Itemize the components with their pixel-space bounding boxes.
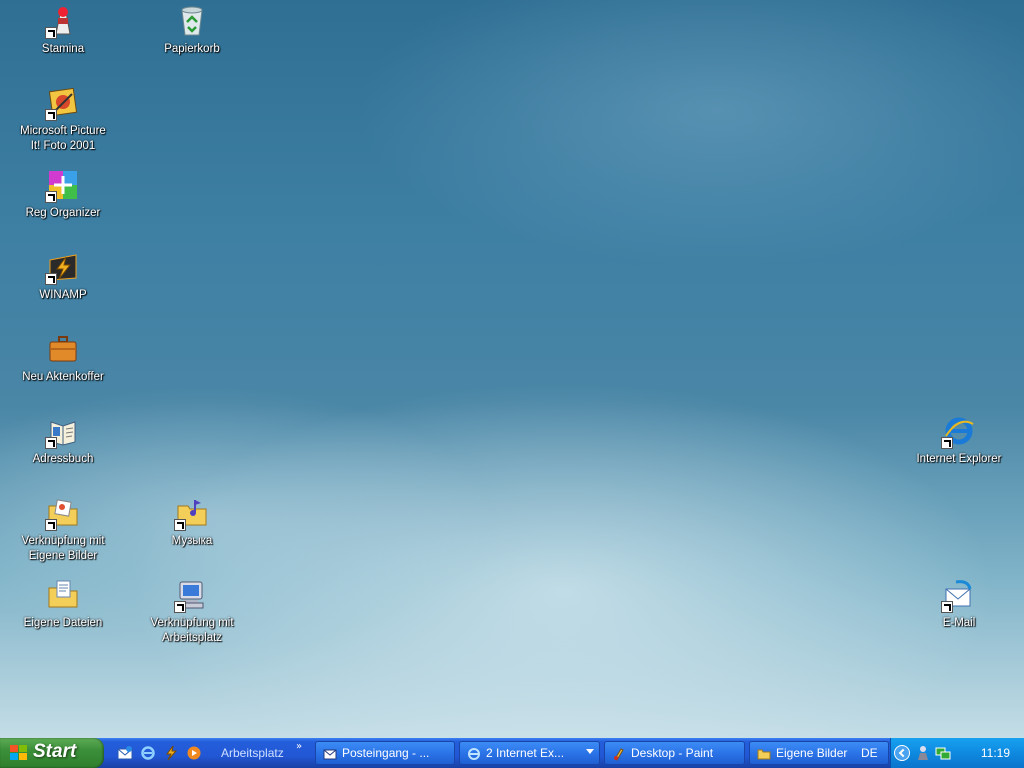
winamp-icon[interactable]: [163, 745, 179, 761]
task-label: Eigene Bilder: [776, 746, 848, 760]
desktop-icon-label: E-Mail: [942, 617, 976, 629]
media-player-icon[interactable]: [186, 745, 202, 761]
desktop-icon-my-documents[interactable]: Eigene Dateien: [15, 578, 111, 631]
desktop-icon-recycle-bin[interactable]: Papierkorb: [144, 4, 240, 57]
outlook-express-icon: [323, 746, 337, 760]
desktop-icon-stamina[interactable]: Stamina: [15, 4, 111, 57]
desktop-icon-label: Verknüpfung mit Arbeitsplatz: [150, 617, 234, 644]
desktop-icon-label: WINAMP: [39, 289, 87, 301]
recycle-bin-icon: [175, 4, 209, 38]
briefcase-icon: [46, 332, 80, 366]
language-indicator[interactable]: DE: [861, 746, 878, 760]
task-label: Posteingang - ...: [342, 746, 430, 760]
desktop-icon-label: Internet Explorer: [916, 453, 1002, 465]
show-hidden-icons-icon[interactable]: [894, 745, 910, 761]
desktop-icon-internet-explorer[interactable]: Internet Explorer: [911, 414, 1007, 467]
winamp-icon: [45, 250, 80, 285]
taskbar: Start Arbeitsplatz » Posteingang - ... 2…: [0, 738, 1024, 768]
task-label: 2 Internet Ex...: [486, 746, 565, 760]
user-icon[interactable]: [915, 745, 931, 761]
desktop-icon-briefcase[interactable]: Neu Aktenkoffer: [15, 332, 111, 385]
desktop-icon-label: Microsoft Picture It! Foto 2001: [20, 125, 106, 152]
picture-it-icon: [45, 86, 80, 121]
desktop[interactable]: Stamina Papierkorb Microsoft Picture It!…: [0, 0, 1024, 738]
desktop-icon-picture-it[interactable]: Microsoft Picture It! Foto 2001: [15, 86, 111, 154]
my-documents-icon: [46, 578, 80, 612]
desktop-icon-label: Музыка: [171, 535, 213, 547]
desktop-icon-winamp[interactable]: WINAMP: [15, 250, 111, 303]
my-computer-icon: [174, 578, 209, 613]
email-icon: [941, 578, 976, 613]
stamina-icon: [45, 4, 80, 39]
desktop-icon-email[interactable]: E-Mail: [911, 578, 1007, 631]
start-label: Start: [33, 741, 77, 762]
task-button-internet-explorer[interactable]: 2 Internet Ex...: [459, 741, 600, 765]
windows-logo-icon: [10, 745, 28, 761]
desktop-icon-label: Reg Organizer: [25, 207, 101, 219]
desktop-icon-music[interactable]: Музыка: [144, 496, 240, 549]
task-button-outlook[interactable]: Posteingang - ...: [315, 741, 455, 765]
desktop-icon-label: Stamina: [41, 43, 85, 55]
internet-explorer-icon[interactable]: [140, 745, 156, 761]
desktop-icon-label: Papierkorb: [164, 43, 220, 55]
reg-organizer-icon: [45, 168, 80, 203]
desktop-icon-label: Adressbuch: [32, 453, 94, 465]
network-icon[interactable]: [935, 745, 951, 761]
task-label: Desktop - Paint: [631, 746, 714, 760]
desktop-icon-address-book[interactable]: Adressbuch: [15, 414, 111, 467]
desktop-icon-label: Eigene Dateien: [23, 617, 103, 629]
system-tray: DE 11:19: [861, 738, 1024, 768]
internet-explorer-icon: [941, 414, 976, 449]
chevron-down-icon: [586, 749, 594, 754]
quick-launch-label[interactable]: Arbeitsplatz: [221, 746, 284, 760]
my-pictures-folder-icon: [45, 496, 80, 531]
desktop-icon-my-pictures[interactable]: Verknüpfung mit Eigene Bilder: [15, 496, 111, 564]
folder-icon: [757, 746, 771, 760]
task-button-paint[interactable]: Desktop - Paint: [604, 741, 745, 765]
outlook-express-icon[interactable]: [117, 745, 133, 761]
music-folder-icon: [174, 496, 209, 531]
clock[interactable]: 11:19: [981, 746, 1010, 760]
start-button[interactable]: Start: [0, 738, 104, 768]
desktop-icon-my-computer[interactable]: Verknüpfung mit Arbeitsplatz: [144, 578, 240, 646]
address-book-icon: [45, 414, 80, 449]
internet-explorer-icon: [467, 746, 481, 760]
desktop-icon-reg-organizer[interactable]: Reg Organizer: [15, 168, 111, 221]
paint-icon: [612, 746, 626, 761]
desktop-icon-label: Verknüpfung mit Eigene Bilder: [21, 535, 105, 562]
desktop-icon-label: Neu Aktenkoffer: [22, 371, 104, 383]
quick-launch-more-button[interactable]: »: [296, 741, 302, 752]
